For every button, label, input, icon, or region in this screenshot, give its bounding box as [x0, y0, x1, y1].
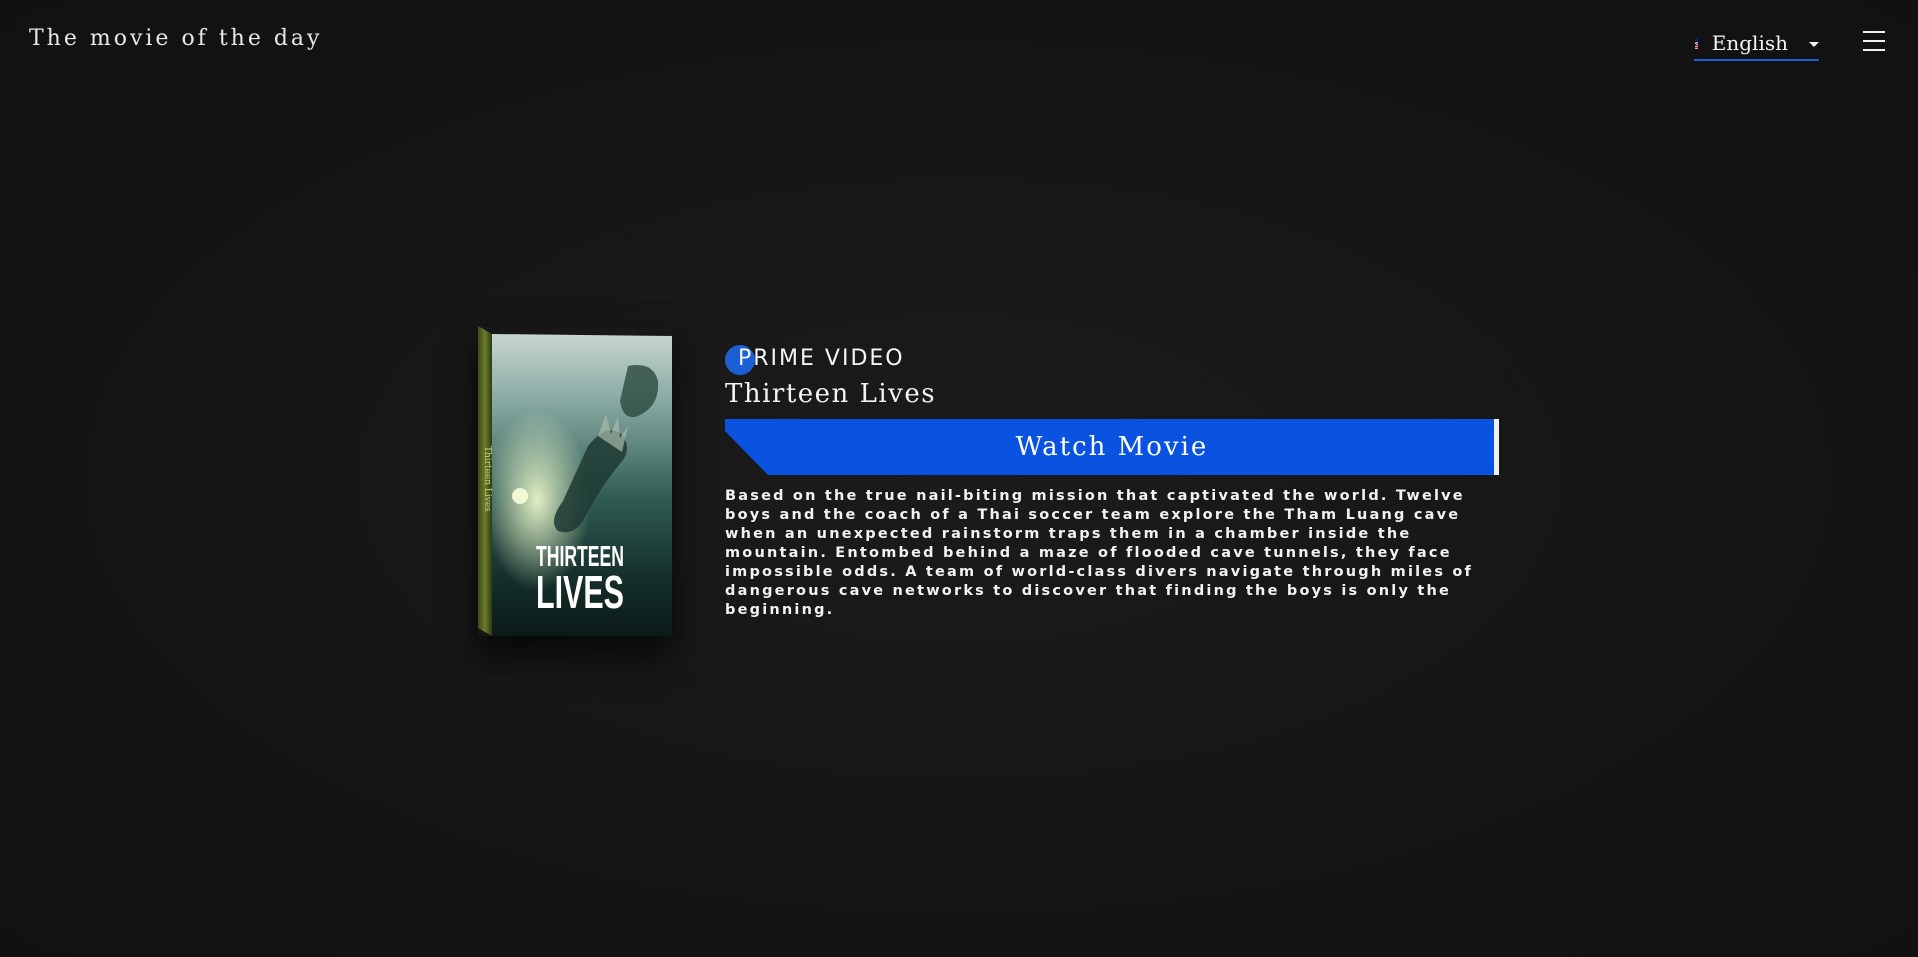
watch-movie-label: Watch Movie — [1015, 432, 1209, 462]
movie-info: PRIME VIDEO Thirteen Lives Watch Movie B… — [725, 342, 1500, 620]
language-selector[interactable]: English — [1694, 27, 1819, 61]
language-label: English — [1711, 31, 1788, 55]
site-title: The movie of the day — [29, 26, 323, 51]
button-edge-accent — [1494, 419, 1499, 475]
provider-label: PRIME VIDEO — [738, 345, 905, 371]
uk-flag-icon — [1695, 37, 1698, 49]
watch-movie-button[interactable]: Watch Movie — [725, 419, 1499, 475]
chevron-down-icon — [1809, 41, 1819, 47]
movie-title: Thirteen Lives — [725, 379, 937, 409]
provider-badge: PRIME VIDEO — [725, 342, 1500, 375]
poster-spine-text: Thirteen Lives — [482, 446, 492, 512]
movie-synopsis: Based on the true nail-biting mission th… — [725, 488, 1474, 618]
movie-poster[interactable]: Thirteen Lives THIRTEEN LIVES — [478, 326, 672, 636]
poster-title-line2: LIVES — [536, 566, 624, 618]
hamburger-menu-icon[interactable] — [1863, 31, 1885, 51]
